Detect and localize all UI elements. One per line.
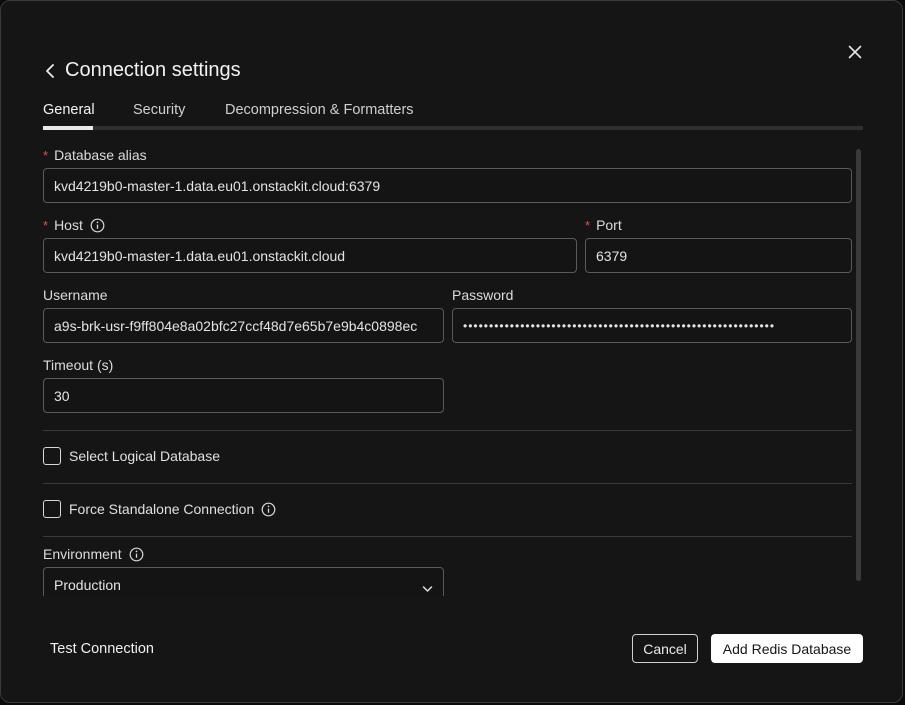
password-label-text: Password bbox=[452, 287, 514, 303]
tab-decompression-formatters[interactable]: Decompression & Formatters bbox=[225, 102, 414, 118]
database-alias-label-text: Database alias bbox=[54, 147, 147, 163]
cancel-button[interactable]: Cancel bbox=[632, 634, 698, 663]
divider bbox=[43, 483, 852, 484]
divider bbox=[43, 536, 852, 537]
close-icon[interactable] bbox=[845, 42, 865, 62]
username-input[interactable]: a9s-brk-usr-f9ff804e8a02bfc27ccf48d7e65b… bbox=[43, 308, 444, 343]
port-label: * Port bbox=[585, 217, 622, 233]
divider bbox=[43, 430, 852, 431]
scrollbar[interactable] bbox=[856, 149, 861, 581]
force-standalone-label: Force Standalone Connection bbox=[69, 501, 276, 517]
force-standalone-checkbox[interactable] bbox=[43, 500, 61, 518]
chevron-left-icon[interactable] bbox=[43, 61, 57, 81]
host-label: * Host bbox=[43, 217, 105, 233]
database-alias-input[interactable]: kvd4219b0-master-1.data.eu01.onstackit.c… bbox=[43, 168, 852, 203]
general-form: * Database alias kvd4219b0-master-1.data… bbox=[43, 141, 855, 596]
select-logical-database-label: Select Logical Database bbox=[69, 448, 220, 464]
required-mark: * bbox=[43, 147, 49, 163]
host-label-text: Host bbox=[54, 217, 83, 233]
password-input[interactable]: ••••••••••••••••••••••••••••••••••••••••… bbox=[452, 308, 852, 343]
username-label-text: Username bbox=[43, 287, 108, 303]
required-mark: * bbox=[43, 217, 49, 233]
username-label: Username bbox=[43, 287, 108, 303]
tab-track bbox=[43, 126, 863, 130]
password-label: Password bbox=[452, 287, 513, 303]
add-redis-database-button[interactable]: Add Redis Database bbox=[711, 634, 863, 663]
dialog-header: Connection settings bbox=[43, 59, 241, 82]
environment-label: Environment bbox=[43, 546, 144, 562]
test-connection-button[interactable]: Test Connection bbox=[50, 641, 154, 657]
required-mark: * bbox=[585, 217, 591, 233]
host-input[interactable]: kvd4219b0-master-1.data.eu01.onstackit.c… bbox=[43, 238, 577, 273]
active-tab-indicator bbox=[43, 126, 93, 130]
info-icon[interactable] bbox=[129, 547, 144, 562]
timeout-label: Timeout (s) bbox=[43, 357, 113, 373]
port-label-text: Port bbox=[596, 217, 622, 233]
info-icon[interactable] bbox=[90, 218, 105, 233]
environment-select-value: Production bbox=[54, 576, 121, 593]
tab-bar: General Security Decompression & Formatt… bbox=[43, 102, 863, 130]
select-logical-database-checkbox[interactable] bbox=[43, 447, 61, 465]
force-standalone-label-text: Force Standalone Connection bbox=[69, 501, 255, 517]
connection-settings-dialog: Connection settings General Security Dec… bbox=[0, 0, 903, 703]
port-input[interactable]: 6379 bbox=[585, 238, 852, 273]
environment-label-text: Environment bbox=[43, 546, 122, 562]
tab-security[interactable]: Security bbox=[133, 102, 185, 118]
tab-general[interactable]: General bbox=[43, 102, 95, 118]
timeout-label-text: Timeout (s) bbox=[43, 357, 114, 373]
dialog-title: Connection settings bbox=[65, 59, 241, 81]
info-icon[interactable] bbox=[261, 502, 276, 517]
chevron-down-icon bbox=[422, 580, 433, 592]
timeout-input[interactable]: 30 bbox=[43, 378, 444, 413]
database-alias-label: * Database alias bbox=[43, 147, 147, 163]
environment-select[interactable]: Production bbox=[43, 567, 444, 596]
